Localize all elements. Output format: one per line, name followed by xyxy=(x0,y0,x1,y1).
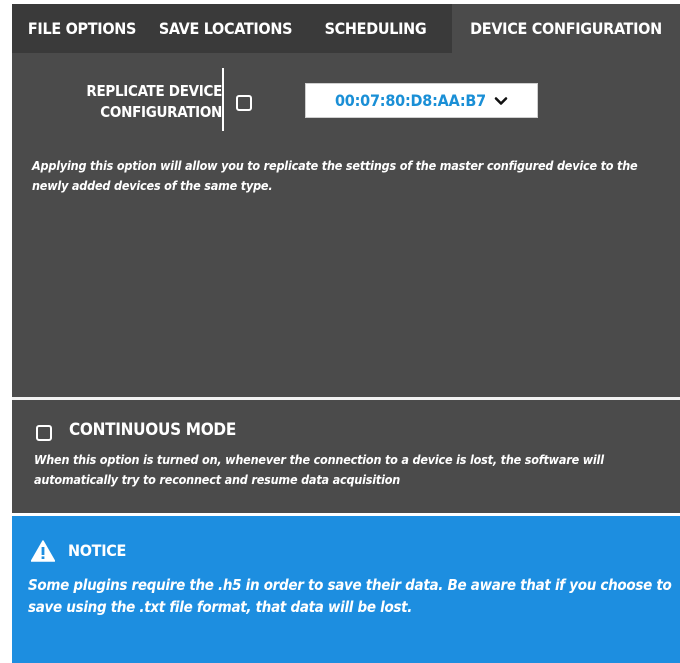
notice-panel: NOTICE Some plugins require the .h5 in o… xyxy=(12,516,680,663)
replicate-device-label: REPLICATE DEVICE CONFIGURATION xyxy=(22,81,222,123)
continuous-mode-checkbox[interactable] xyxy=(36,425,52,441)
replicate-device-panel: REPLICATE DEVICE CONFIGURATION 00:07:80:… xyxy=(12,53,680,397)
chevron-down-icon xyxy=(494,96,508,105)
vertical-divider xyxy=(222,68,224,131)
continuous-mode-description: When this option is turned on, whenever … xyxy=(34,452,604,487)
warning-icon xyxy=(31,540,55,562)
notice-text: Some plugins require the .h5 in order to… xyxy=(28,576,672,616)
continuous-mode-panel: CONTINUOUS MODE When this option is turn… xyxy=(12,400,680,513)
device-select-value: 00:07:80:D8:AA:B7 xyxy=(334,91,486,110)
notice-title: NOTICE xyxy=(68,541,127,560)
tab-device-configuration[interactable]: DEVICE CONFIGURATION xyxy=(452,4,680,53)
tab-scheduling[interactable]: SCHEDULING xyxy=(299,4,452,53)
device-configuration-screen: FILE OPTIONS SAVE LOCATIONS SCHEDULING D… xyxy=(0,0,680,663)
replicate-description: Applying this option will allow you to r… xyxy=(32,158,638,193)
device-select[interactable]: 00:07:80:D8:AA:B7 xyxy=(305,83,538,118)
replicate-label-line2: CONFIGURATION xyxy=(100,103,222,121)
tab-save-locations[interactable]: SAVE LOCATIONS xyxy=(152,4,299,53)
replicate-label-line1: REPLICATE DEVICE xyxy=(86,82,222,100)
tab-file-options[interactable]: FILE OPTIONS xyxy=(12,4,152,53)
tab-bar: FILE OPTIONS SAVE LOCATIONS SCHEDULING D… xyxy=(12,4,680,53)
replicate-device-checkbox[interactable] xyxy=(236,95,252,111)
continuous-mode-title: CONTINUOUS MODE xyxy=(69,420,236,440)
